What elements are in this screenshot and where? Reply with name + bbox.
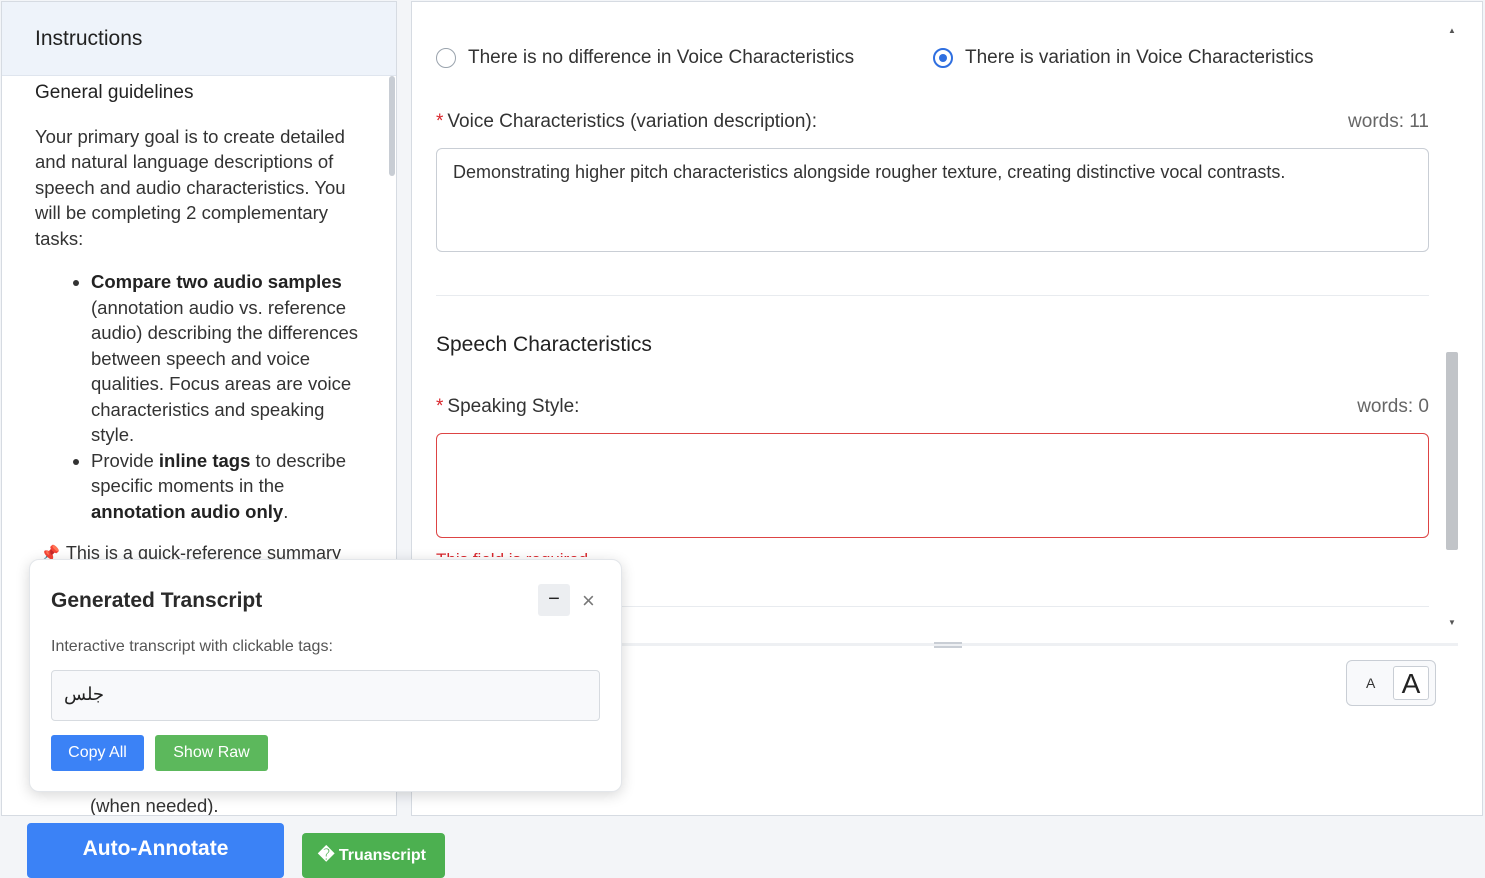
close-icon[interactable]: × [582, 589, 595, 613]
list-item: Provide inline tags to describe specific… [91, 448, 365, 525]
bullet-text: . [283, 500, 289, 522]
show-raw-button[interactable]: Show Raw [155, 735, 268, 771]
radio-button[interactable] [436, 48, 456, 68]
list-item: Compare two audio samples (annotation au… [91, 269, 365, 448]
unknown-glyph-icon: � [318, 847, 335, 864]
bullet-bold: Compare two audio samples [91, 271, 342, 292]
section-divider [436, 295, 1429, 296]
required-error-message: This field is required [436, 547, 588, 557]
required-asterisk: * [436, 396, 444, 417]
scroll-up-arrow-icon[interactable]: ▲ [1448, 26, 1456, 35]
guidelines-heading: General guidelines [35, 82, 194, 103]
form-scrollbar-thumb[interactable] [1446, 352, 1458, 550]
font-size-decrease-button[interactable]: A [1366, 675, 1375, 691]
minimize-button[interactable]: − [538, 584, 570, 616]
bullet-text: (annotation audio vs. reference audio) d… [91, 296, 359, 446]
scroll-down-arrow-icon[interactable]: ▼ [1448, 618, 1456, 627]
resize-handle[interactable] [934, 642, 962, 648]
panel-separator [622, 643, 1458, 646]
copy-all-button[interactable]: Copy All [51, 735, 144, 771]
required-asterisk: * [436, 111, 444, 132]
style-word-count: words: 0 [1357, 396, 1429, 417]
radio-button-selected[interactable] [933, 48, 953, 68]
button-label: Truanscript [338, 847, 426, 864]
radio-label: There is no difference in Voice Characte… [468, 47, 855, 68]
bullet-bold: inline tags [158, 449, 251, 471]
font-size-control: A A [1346, 660, 1436, 706]
label-text: Voice Characteristics (variation descrip… [447, 111, 817, 132]
voice-word-count: words: 11 [1348, 111, 1429, 132]
speech-characteristics-title: Speech Characteristics [436, 333, 652, 356]
radio-variation[interactable]: There is variation in Voice Characterist… [933, 47, 1313, 69]
font-size-increase-button[interactable]: A [1393, 666, 1429, 700]
bullet-text: Provide [91, 449, 159, 471]
popup-subtitle: Interactive transcript with clickable ta… [51, 638, 333, 655]
guidelines-list: Compare two audio samples (annotation au… [35, 269, 365, 524]
speaking-style-label: * Speaking Style: [436, 396, 579, 418]
transcript-box[interactable]: جلس [51, 670, 600, 721]
voice-characteristics-textarea[interactable]: Demonstrating higher pitch characteristi… [436, 148, 1429, 252]
popup-title: Generated Transcript [51, 589, 263, 612]
instructions-content: General guidelines Your primary goal is … [35, 80, 365, 524]
guidelines-intro: Your primary goal is to create detailed … [35, 125, 346, 249]
instructions-tail: (when needed). [90, 795, 219, 816]
voice-characteristics-label: * Voice Characteristics (variation descri… [436, 111, 817, 133]
truanscript-button[interactable]: � Truanscript [302, 833, 445, 878]
label-text: Speaking Style: [447, 396, 580, 417]
radio-no-difference[interactable]: There is no difference in Voice Characte… [436, 47, 854, 69]
radio-label: There is variation in Voice Characterist… [965, 47, 1314, 68]
instructions-scrollbar[interactable] [389, 76, 395, 176]
speaking-style-textarea[interactable] [436, 433, 1429, 538]
instructions-header: Instructions [2, 2, 396, 76]
transcript-popup: Generated Transcript − × Interactive tra… [29, 559, 622, 792]
bullet-bold: annotation audio only [91, 500, 284, 522]
